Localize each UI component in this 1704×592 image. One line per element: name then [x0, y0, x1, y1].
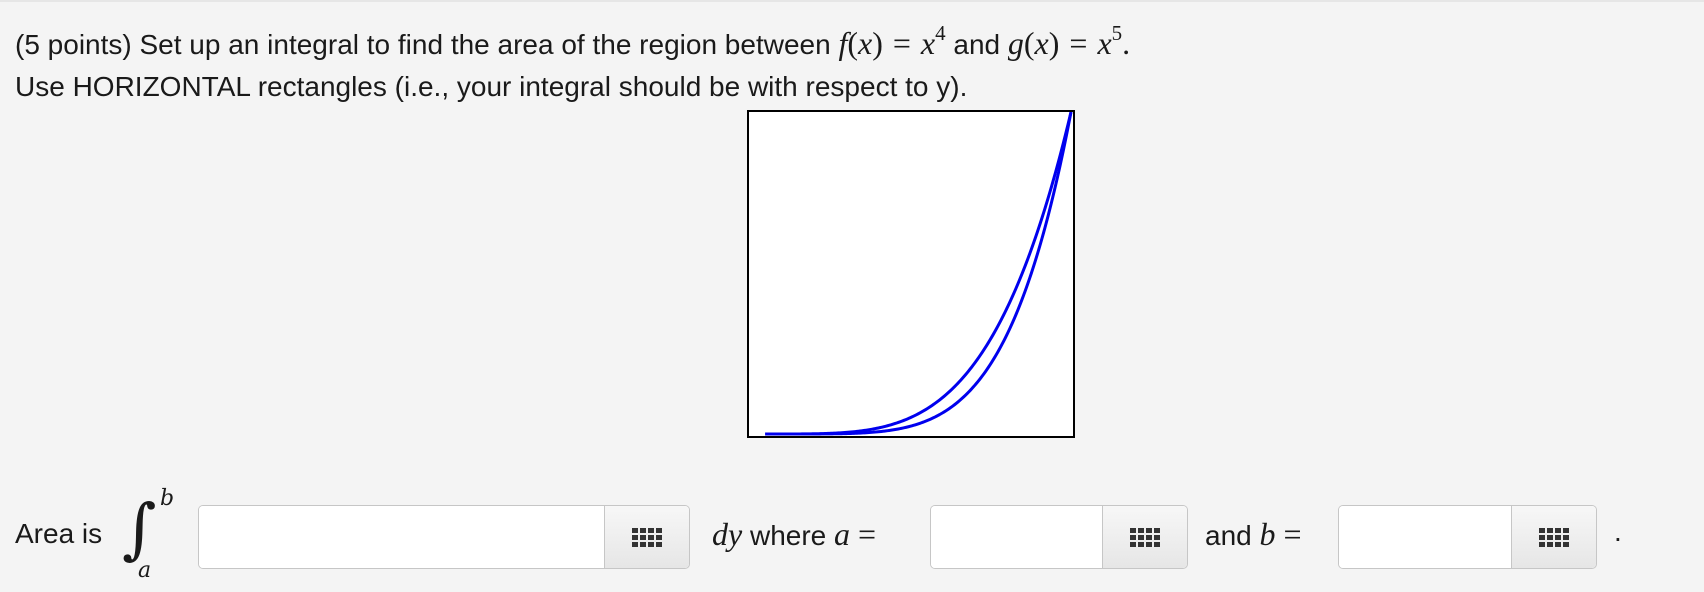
- area-label: Area is: [15, 518, 103, 549]
- a-variable: a: [834, 516, 851, 552]
- question-prompt: Set up an integral to find the area of t…: [139, 29, 831, 60]
- integral-lower-limit: a: [138, 558, 152, 583]
- region-graph: [747, 110, 1075, 438]
- dy-symbol: dy: [712, 516, 743, 552]
- equals-sign-a: =: [858, 516, 877, 552]
- integral-symbol: ∫: [122, 490, 157, 567]
- g-definition: g(x) = x5.: [1007, 21, 1131, 61]
- and-connector: and: [953, 29, 1001, 60]
- keypad-grid-icon: [1130, 527, 1160, 547]
- integral-upper-limit: b: [160, 486, 175, 511]
- b-variable: b: [1259, 516, 1276, 552]
- integrand-input[interactable]: [199, 506, 604, 568]
- answer-row: Area is ∫ b a dy where a = and b = .: [0, 486, 1704, 583]
- b-input[interactable]: [1339, 506, 1511, 568]
- top-divider: [0, 0, 1704, 2]
- trailing-period: .: [1614, 516, 1622, 547]
- b-answer-group: [1338, 505, 1597, 569]
- b-keypad-button[interactable]: [1511, 506, 1596, 568]
- question-line-2: Use HORIZONTAL rectangles (i.e., your in…: [15, 71, 968, 102]
- points-label: (5 points): [15, 29, 132, 60]
- dy-where-text: dy where a =: [712, 516, 876, 553]
- where-word: where: [749, 520, 827, 551]
- equals-sign-b: =: [1283, 516, 1302, 552]
- and-b-text: and b =: [1205, 516, 1302, 553]
- keypad-grid-icon: [632, 527, 662, 547]
- integrand-answer-group: [198, 505, 690, 569]
- a-answer-group: [930, 505, 1188, 569]
- a-keypad-button[interactable]: [1102, 506, 1187, 568]
- integrand-keypad-button[interactable]: [604, 506, 689, 568]
- graph-plot: [765, 112, 1073, 436]
- and-word: and: [1205, 520, 1252, 551]
- curve-f: [765, 112, 1073, 436]
- a-input[interactable]: [931, 506, 1102, 568]
- question-line-1: (5 points) Set up an integral to find th…: [15, 21, 1131, 62]
- f-definition: f(x) = x4: [838, 21, 946, 61]
- curve-g: [765, 112, 1073, 436]
- keypad-grid-icon: [1539, 527, 1569, 547]
- integral-sign: ∫ b a: [122, 486, 174, 583]
